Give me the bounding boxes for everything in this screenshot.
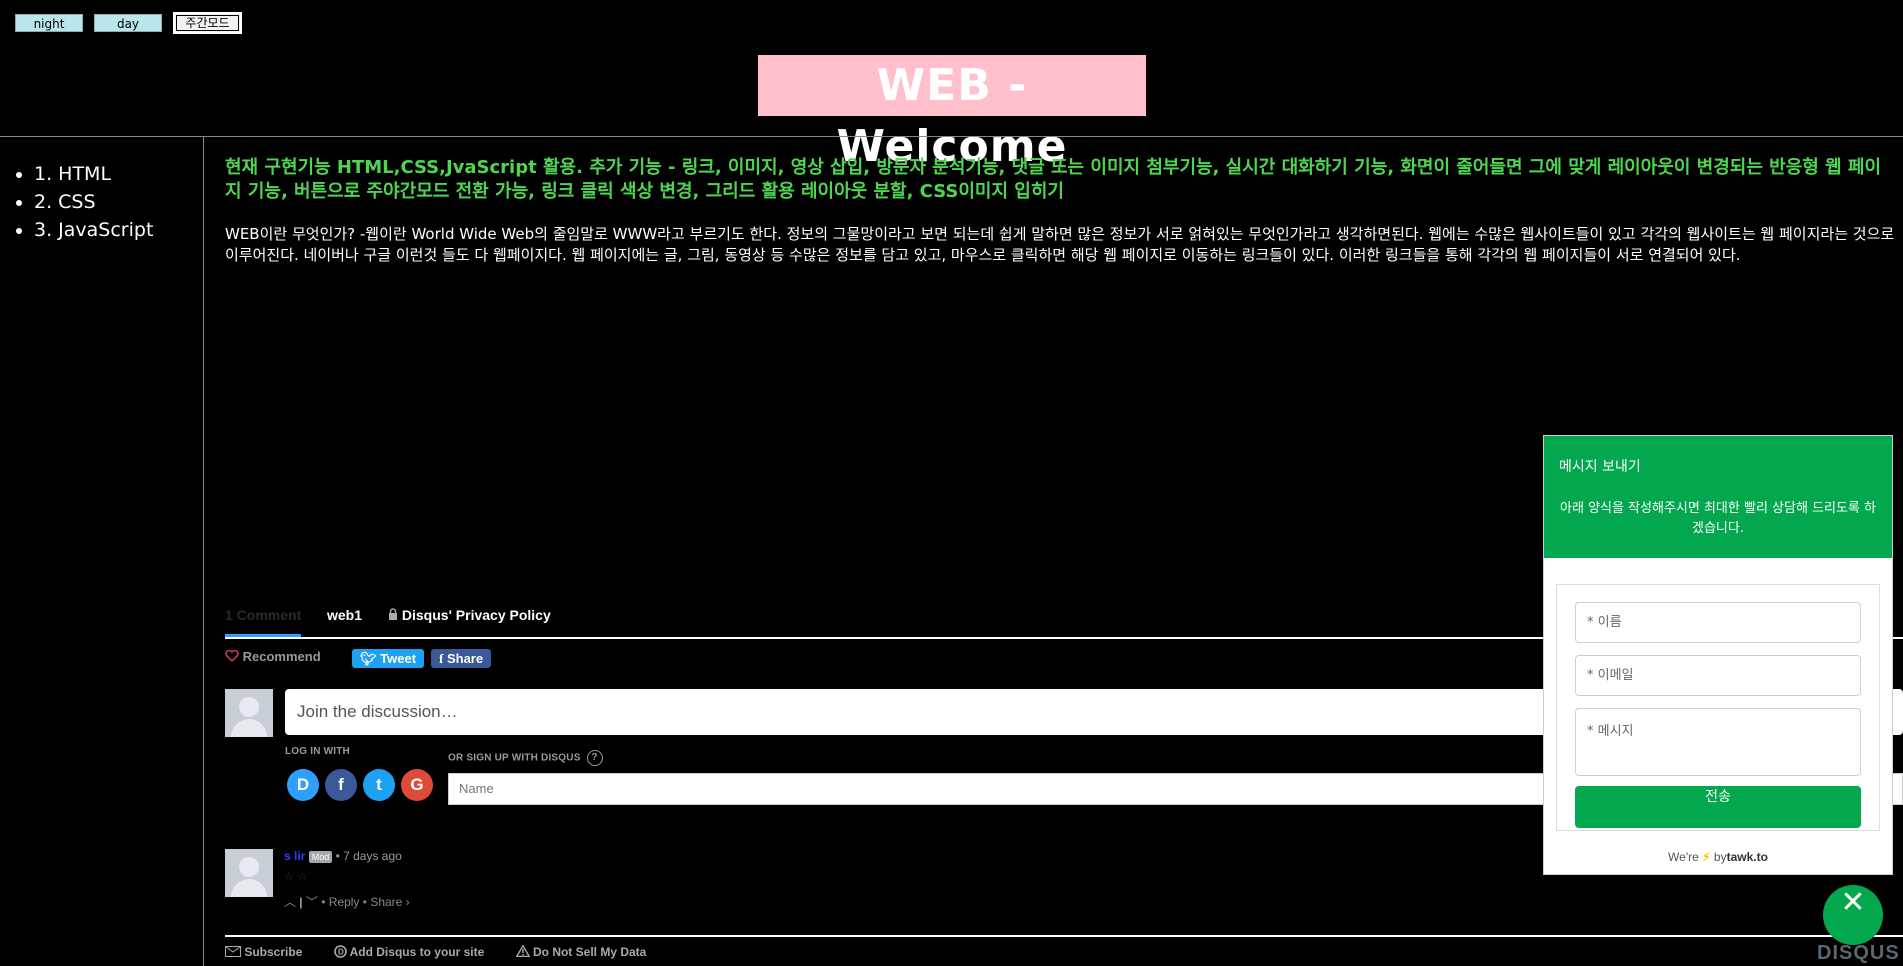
facebook-share-button[interactable]: f Share [431,649,492,668]
chat-description: 아래 양식을 작성해주시면 최대한 빨리 상담해 드리도록 하겠습니다. [1560,501,1876,536]
chat-footer[interactable]: We're ⚡︎ bytawk.to [1544,850,1892,864]
privacy-policy-link[interactable]: Disqus' Privacy Policy [388,604,551,626]
sign-up-text: OR SIGN UP WITH DISQUS [448,752,581,764]
avatar [225,689,273,737]
sidebar-item-javascript[interactable]: 3. JavaScript [34,216,153,244]
add-disqus-label: Add Disqus to your site [349,945,485,959]
do-not-sell-label: Do Not Sell My Data [532,945,647,959]
chat-form: * 이름 * 이메일 * 메시지 전송 [1556,584,1880,831]
heart-icon [225,649,239,662]
footer-prefix: We're [1668,850,1699,864]
lock-icon [389,608,397,620]
privacy-policy-label: Disqus' Privacy Policy [401,607,551,623]
action-separator: • [321,895,326,909]
mod-badge: Mod [308,850,333,863]
comment-separator: • [335,849,340,863]
sidebar-nav: 1. HTML 2. CSS 3. JavaScript [10,160,153,244]
do-not-sell-link[interactable]: Do Not Sell My Data [515,944,647,959]
disqus-logo[interactable]: DISQUS [1817,942,1900,965]
sidebar-divider [203,137,204,966]
sidebar-item-css[interactable]: 2. CSS [34,188,153,216]
tab-community[interactable]: web1 [327,604,362,626]
comment-share-link[interactable]: Share › [370,895,409,909]
footer-by: by [1713,850,1727,864]
features-heading: 현재 구현기능 HTML,CSS,JvaScript 활용. 추가 기능 - 링… [225,157,1882,202]
comment-author[interactable]: s lir [284,849,305,863]
twitter-icon: 🐦︎ [360,651,377,666]
web-description: WEB이란 무엇인가? -웹이란 World Wide Web의 줄임말로 WW… [225,225,1895,264]
tab-comments[interactable]: 1 Comment [225,604,302,637]
vote-divider: | [299,895,303,909]
subscribe-label: Subscribe [244,945,303,959]
chat-title: 메시지 보내기 [1559,459,1641,475]
chat-message-field[interactable]: * 메시지 [1575,708,1861,776]
comment-actions: ︿ | ﹀ • Reply • Share › [284,893,410,910]
action-separator: • [362,895,367,909]
facebook-icon: f [439,651,444,666]
chat-widget: 메시지 보내기 아래 양식을 작성해주시면 최대한 빨리 상담해 드리도록 하겠… [1543,435,1893,875]
add-disqus-link[interactable]: D Add Disqus to your site [333,945,488,959]
sidebar-item-html[interactable]: 1. HTML [34,160,153,188]
chat-submit-button[interactable]: 전송 [1575,786,1861,828]
comment-time[interactable]: 7 days ago [343,849,402,863]
warning-icon [515,944,531,958]
weekly-mode-button[interactable]: 주간모드 [173,12,242,34]
recommend-button[interactable]: Recommend [225,649,321,664]
chat-email-field[interactable]: * 이메일 [1575,655,1861,696]
facebook-login-icon[interactable]: f [325,769,357,801]
chat-widget-header: 메시지 보내기 아래 양식을 작성해주시면 최대한 빨리 상담해 드리도록 하겠… [1544,436,1892,558]
subscribe-link[interactable]: Subscribe [225,945,306,959]
twitter-login-icon[interactable]: t [363,769,395,801]
comment-avatar[interactable] [225,849,273,897]
disqus-icon: D [333,945,347,958]
mail-icon [225,946,241,957]
bolt-icon: ⚡︎ [1702,850,1711,864]
help-icon[interactable]: ? [586,750,603,766]
recommend-label: Recommend [242,649,321,664]
log-in-with-label: LOG IN WITH [285,746,350,757]
reply-link[interactable]: Reply [329,895,360,909]
chevron-down-icon[interactable]: ﹀ [306,895,318,909]
comment-header: s lir Mod • 7 days ago [284,849,402,863]
chevron-up-icon[interactable]: ︿ [284,895,296,909]
google-login-icon[interactable]: G [401,769,433,801]
header-divider [0,136,1903,137]
close-icon[interactable]: ✕ [1823,885,1883,945]
tweet-button[interactable]: 🐦︎ Tweet [352,649,425,668]
sign-up-label: OR SIGN UP WITH DISQUS? [448,750,603,766]
disqus-login-icon[interactable]: D [287,769,319,801]
page-title-banner: WEB - Welcome [758,55,1146,172]
tawk-brand: tawk.to [1726,850,1768,864]
share-label: Share [446,651,484,666]
chat-name-field[interactable]: * 이름 [1575,602,1861,643]
night-mode-button[interactable]: night [15,14,83,32]
footer-divider [225,935,1903,937]
disqus-footer: Subscribe D Add Disqus to your site Do N… [225,944,674,959]
day-mode-button[interactable]: day [94,14,162,32]
tweet-label: Tweet [380,651,417,666]
comment-text: ☆ ☆ [284,870,308,883]
svg-text:D: D [338,948,344,957]
